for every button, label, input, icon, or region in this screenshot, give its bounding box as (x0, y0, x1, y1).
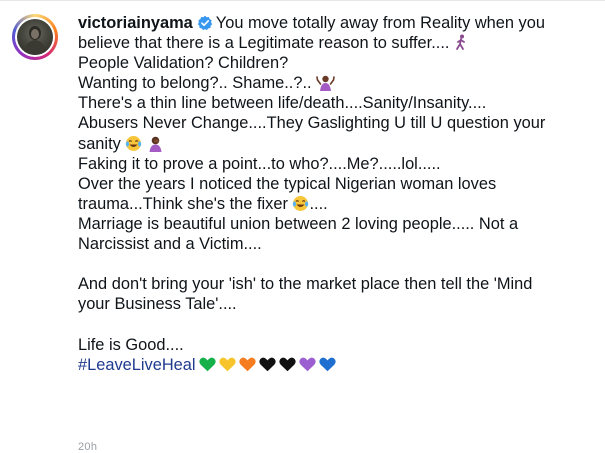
caption-line: victoriainyama You move totally away fro… (78, 13, 598, 33)
person-shrugging-emoji (316, 76, 335, 92)
caption-line: Narcissist and a Victim.... (78, 234, 598, 254)
caption-text: Wanting to belong?.. Shame..?.. (78, 74, 312, 93)
caption-line: believe that there is a Legitimate reaso… (78, 33, 598, 53)
caption-line: There's a thin line between life/death..… (78, 93, 598, 113)
face-with-tears-of-joy-emoji (126, 135, 142, 151)
person-walking-emoji (456, 34, 465, 50)
caption-text: Over the years I noticed the typical Nig… (78, 174, 497, 193)
caption-text: Faking it to prove a point...to who?....… (78, 154, 441, 173)
caption-text: People Validation? Children? (78, 54, 289, 73)
caption-text: Life is Good.... (78, 335, 184, 354)
yellow-heart-icon (218, 357, 236, 371)
caption-line: Life is Good.... (78, 335, 598, 355)
post-timestamp: 20h (78, 441, 98, 453)
avatar-inner-ring (15, 17, 55, 57)
person-facepalming-emoji (149, 136, 162, 152)
blue-heart-icon (318, 357, 336, 371)
caption-text: your Business Tale'.... (78, 295, 237, 314)
caption-text: Abusers Never Change....They Gaslighting… (78, 114, 546, 133)
caption-line: trauma...Think she's the fixer .... (78, 194, 598, 214)
face-with-tears-of-joy-emoji (293, 195, 309, 211)
caption-text: You move totally away from Reality when … (215, 14, 545, 32)
caption-line: Abusers Never Change....They Gaslighting… (78, 113, 598, 133)
avatar-figure-icon (23, 26, 47, 55)
caption-text: .... (309, 194, 328, 213)
black-heart-icon (278, 357, 296, 371)
caption-hashtag-line: #LeaveLiveHeal (78, 355, 598, 375)
caption-text: trauma...Think she's the fixer (78, 194, 288, 213)
purple-heart-icon (298, 357, 316, 371)
caption-line: People Validation? Children? (78, 53, 598, 73)
orange-heart-icon (238, 357, 256, 371)
caption-text: Narcissist and a Victim.... (78, 235, 262, 254)
heart-emoji-row (196, 356, 336, 374)
caption-text: Marriage is beautiful union between 2 lo… (78, 214, 519, 233)
caption-line: Over the years I noticed the typical Nig… (78, 174, 598, 194)
caption-line: Wanting to belong?.. Shame..?.. (78, 73, 598, 93)
caption-line: your Business Tale'.... (78, 294, 598, 314)
caption-line: Faking it to prove a point...to who?....… (78, 154, 598, 174)
username[interactable]: victoriainyama (78, 14, 193, 32)
caption-text: sanity (78, 134, 121, 153)
caption-line: And don't bring your 'ish' to the market… (78, 274, 598, 294)
hashtag-link[interactable]: #LeaveLiveHeal (78, 356, 196, 374)
caption-line: sanity (78, 134, 598, 154)
green-heart-icon (198, 357, 216, 371)
post-caption: victoriainyama You move totally away fro… (78, 13, 598, 375)
caption-text: believe that there is a Legitimate reaso… (78, 34, 450, 53)
caption-text: There's a thin line between life/death..… (78, 94, 487, 113)
avatar-photo (17, 19, 53, 55)
caption-line: Marriage is beautiful union between 2 lo… (78, 214, 598, 234)
verified-badge-icon (197, 15, 212, 31)
avatar[interactable] (12, 14, 58, 60)
top-divider (0, 0, 605, 1)
caption-text: And don't bring your 'ish' to the market… (78, 275, 533, 294)
black-heart-icon (258, 357, 276, 371)
